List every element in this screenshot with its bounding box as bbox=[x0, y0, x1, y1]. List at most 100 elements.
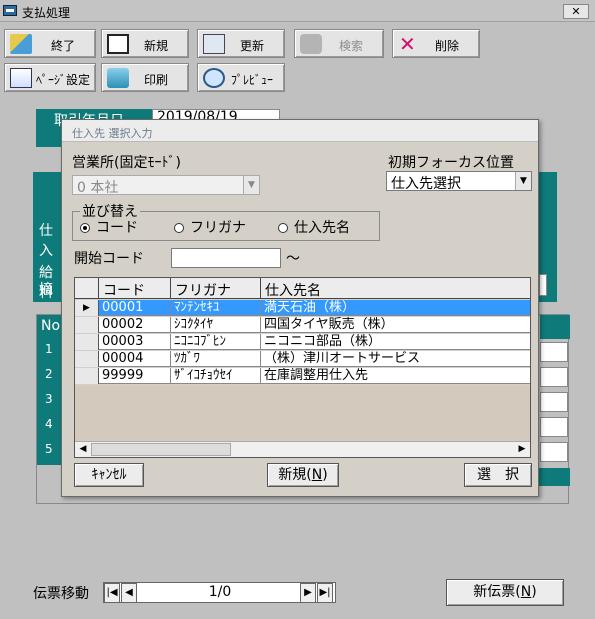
column-header-kana[interactable]: フリガナ bbox=[171, 278, 261, 299]
delete-button[interactable]: 削除 bbox=[392, 29, 480, 58]
column-header-code[interactable]: コード bbox=[99, 278, 171, 299]
cell-name: 四国タイヤ販売（株） bbox=[264, 317, 394, 332]
new-slip-label: 新伝票( bbox=[473, 584, 521, 600]
focus-label: 初期フォーカス位置 bbox=[388, 155, 514, 171]
cell-kana: ｻﾞｲｺﾁｮｳｾｲ bbox=[171, 368, 261, 384]
last-record-icon[interactable]: ▶| bbox=[317, 583, 333, 603]
dialog-new-label: 新規( bbox=[278, 467, 312, 483]
new-label: 新規 bbox=[143, 39, 168, 53]
update-label: 更新 bbox=[239, 39, 264, 53]
window-close-button[interactable]: ✕ bbox=[563, 4, 589, 19]
office-select[interactable]: 0 本社 ▼ bbox=[72, 175, 260, 196]
window-title: 支払処理 bbox=[22, 6, 71, 20]
prev-record-icon[interactable]: ◀ bbox=[121, 583, 137, 603]
office-value: 0 本社 bbox=[77, 180, 119, 196]
update-button[interactable]: 更新 bbox=[197, 29, 285, 58]
focus-select[interactable]: 仕入先選択 ▼ bbox=[386, 171, 532, 192]
app-icon bbox=[3, 5, 17, 16]
cell-name: 在庫調整用仕入先 bbox=[264, 368, 369, 383]
exit-button[interactable]: 終了 bbox=[4, 29, 96, 58]
dialog-new-button[interactable]: 新規(N) bbox=[267, 463, 339, 487]
left-label-3: 摘 bbox=[39, 282, 53, 298]
table-row[interactable]: 99999 ｻﾞｲｺﾁｮｳｾｲ 在庫調整用仕入先 bbox=[75, 368, 530, 384]
row-num-5: 5 bbox=[45, 442, 53, 456]
dialog-title: 仕入先 選択入力 bbox=[72, 127, 153, 140]
cell-kana: ｼｺｸﾀｲﾔ bbox=[171, 317, 261, 333]
sort-option-kana-label: フリガナ bbox=[190, 220, 246, 236]
search-button[interactable]: 検索 bbox=[294, 29, 384, 58]
new-slip-key: N bbox=[520, 584, 532, 600]
exit-label: 終了 bbox=[50, 39, 75, 53]
table-row[interactable]: ▶ 00001 ﾏﾝﾃﾝｾｷﾕ 満天石油（株） bbox=[75, 300, 530, 316]
sort-radio-code[interactable]: コード bbox=[80, 217, 138, 237]
supplier-grid: コード フリガナ 仕入先名 ▶ 00001 ﾏﾝﾃﾝｾｷﾕ 満天石油（株） 00… bbox=[74, 277, 531, 458]
cell-code: 00001 bbox=[99, 300, 171, 316]
new-slip-button[interactable]: 新伝票(N) bbox=[446, 579, 564, 606]
left-label-1: 仕入 bbox=[39, 223, 53, 259]
cell-code: 99999 bbox=[99, 368, 171, 384]
radio-selected-icon bbox=[80, 223, 90, 233]
slip-page-indicator: 1/0 bbox=[208, 584, 232, 600]
next-record-icon[interactable]: ▶ bbox=[300, 583, 316, 603]
office-label: 営業所(固定ﾓｰﾄﾞ) bbox=[72, 155, 181, 171]
dialog-new-close: ) bbox=[322, 467, 328, 483]
table-row[interactable]: 00002 ｼｺｸﾀｲﾔ 四国タイヤ販売（株） bbox=[75, 317, 530, 333]
right-teal-panel bbox=[539, 172, 557, 302]
cancel-label: ｷｬﾝｾﾙ bbox=[91, 467, 127, 483]
row-num-2: 2 bbox=[45, 367, 53, 381]
grid-horizontal-scrollbar[interactable]: ◀ ▶ bbox=[75, 441, 530, 457]
cell-code: 00002 bbox=[99, 317, 171, 333]
row-header bbox=[75, 351, 99, 367]
slip-nav-label: 伝票移動 bbox=[33, 586, 89, 602]
start-code-input[interactable] bbox=[171, 248, 281, 268]
dialog-titlebar: 仕入先 選択入力 bbox=[62, 120, 538, 142]
table-header-no-label: No bbox=[41, 318, 61, 334]
sort-radio-kana[interactable]: フリガナ bbox=[174, 217, 246, 237]
row-num-4: 4 bbox=[45, 417, 53, 431]
column-header-name[interactable]: 仕入先名 bbox=[261, 278, 530, 299]
cell-kana: ﾆｺﾆｺﾌﾞﾋﾝ bbox=[171, 334, 261, 350]
preview-button[interactable]: ﾌﾟﾚﾋﾞｭｰ bbox=[197, 63, 285, 92]
select-label: 選 択 bbox=[477, 467, 519, 483]
cell-kana: ﾏﾝﾃﾝｾｷﾕ bbox=[171, 300, 261, 316]
window-titlebar: 支払処理 ✕ bbox=[0, 0, 595, 22]
supplier-select-dialog: 仕入先 選択入力 営業所(固定ﾓｰﾄﾞ) 0 本社 ▼ 初期フォーカス位置 仕入… bbox=[61, 119, 539, 497]
row-header bbox=[75, 317, 99, 333]
chevron-down-icon: ▼ bbox=[243, 176, 259, 194]
row-num-3: 3 bbox=[45, 392, 53, 406]
grid-header: コード フリガナ 仕入先名 bbox=[75, 278, 530, 299]
cell-name: ニコニコ部品（株） bbox=[264, 334, 382, 349]
table-row[interactable]: 00003 ﾆｺﾆｺﾌﾞﾋﾝ ニコニコ部品（株） bbox=[75, 334, 530, 350]
row-num-1: 1 bbox=[45, 342, 53, 356]
dialog-new-key: N bbox=[311, 467, 323, 483]
row-header bbox=[75, 368, 99, 384]
first-record-icon[interactable]: |◀ bbox=[104, 583, 120, 603]
table-header-no: No bbox=[37, 315, 62, 339]
start-code-label: 開始コード bbox=[74, 251, 144, 267]
page-setup-button[interactable]: ﾍﾟｰｼﾞ設定 bbox=[4, 63, 96, 92]
new-button[interactable]: 新規 bbox=[101, 29, 189, 58]
scroll-thumb[interactable] bbox=[91, 443, 231, 456]
scroll-right-icon[interactable]: ▶ bbox=[515, 442, 529, 457]
cancel-button[interactable]: ｷｬﾝｾﾙ bbox=[74, 463, 144, 487]
select-button[interactable]: 選 択 bbox=[464, 463, 532, 487]
sort-option-name-label: 仕入先名 bbox=[294, 220, 350, 236]
page-setup-icon bbox=[10, 68, 32, 88]
cell-code: 00004 bbox=[99, 351, 171, 367]
sort-option-code-label: コード bbox=[96, 220, 138, 236]
cell-kana: ﾂｶﾞﾜ bbox=[171, 351, 261, 367]
radio-icon bbox=[278, 223, 288, 233]
sort-radio-name[interactable]: 仕入先名 bbox=[278, 217, 350, 237]
search-label: 検索 bbox=[338, 39, 363, 53]
exit-icon bbox=[10, 34, 32, 54]
page-setup-label: ﾍﾟｰｼﾞ設定 bbox=[35, 73, 90, 87]
row-header bbox=[75, 334, 99, 350]
slip-navigator: |◀ ◀ 1/0 ▶ ▶| bbox=[103, 582, 336, 603]
print-button[interactable]: 印刷 bbox=[101, 63, 189, 92]
cell-name: 満天石油（株） bbox=[264, 300, 356, 315]
print-label: 印刷 bbox=[143, 73, 168, 87]
new-slip-close: ) bbox=[531, 584, 537, 600]
scroll-left-icon[interactable]: ◀ bbox=[76, 442, 90, 457]
table-row[interactable]: 00004 ﾂｶﾞﾜ （株）津川オートサービス bbox=[75, 351, 530, 367]
cell-code: 00003 bbox=[99, 334, 171, 350]
